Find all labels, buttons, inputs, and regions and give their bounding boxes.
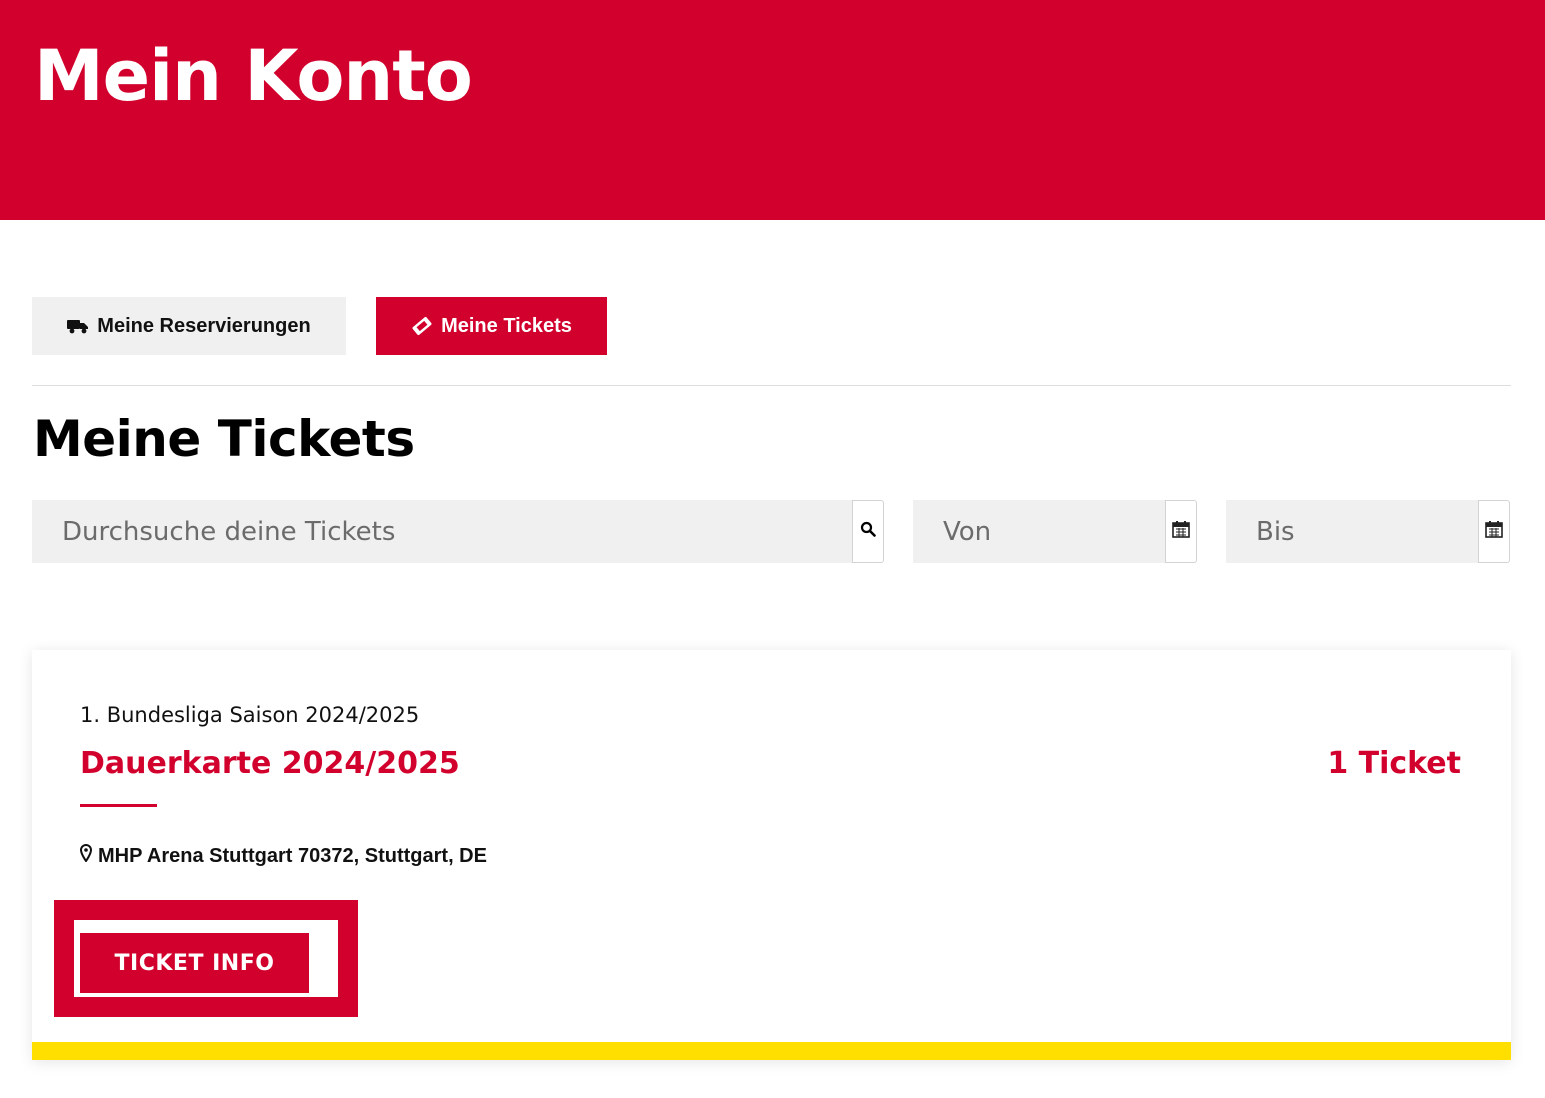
tab-meine-tickets[interactable]: Meine Tickets [376, 297, 607, 355]
highlight-frame: TICKET INFO [54, 900, 358, 1017]
ticket-count: 1 Ticket [1327, 746, 1461, 781]
page-header: Mein Konto [0, 0, 1545, 220]
tab-label: Meine Tickets [441, 314, 572, 337]
ticket-location: MHP Arena Stuttgart 70372, Stuttgart, DE [79, 843, 487, 868]
search-button[interactable] [852, 500, 884, 563]
ticket-title: Dauerkarte 2024/2025 [80, 746, 460, 781]
ticket-info-button[interactable]: TICKET INFO [80, 933, 309, 993]
tab-meine-reservierungen[interactable]: Meine Reservierungen [32, 297, 346, 355]
location-text: MHP Arena Stuttgart 70372, Stuttgart, DE [98, 844, 487, 867]
card-accent-bar [32, 1042, 1511, 1060]
map-marker-icon [79, 843, 93, 868]
title-underline [80, 804, 157, 807]
page-title: Mein Konto [34, 35, 473, 117]
date-to-picker-button[interactable] [1478, 500, 1510, 563]
divider [32, 385, 1511, 386]
tab-label: Meine Reservierungen [97, 314, 311, 337]
ticket-card: 1. Bundesliga Saison 2024/2025 Dauerkart… [32, 650, 1511, 1060]
truck-icon [67, 318, 89, 334]
date-to-input[interactable] [1226, 500, 1478, 563]
date-from-picker-button[interactable] [1165, 500, 1197, 563]
search-input[interactable] [32, 500, 852, 563]
ticket-icon [411, 316, 433, 336]
highlight-inner: TICKET INFO [74, 920, 338, 997]
ticket-season: 1. Bundesliga Saison 2024/2025 [80, 703, 420, 727]
search-icon [860, 521, 876, 542]
calendar-icon [1172, 520, 1190, 543]
calendar-icon [1485, 520, 1503, 543]
section-title: Meine Tickets [33, 410, 415, 468]
date-from-input[interactable] [913, 500, 1165, 563]
